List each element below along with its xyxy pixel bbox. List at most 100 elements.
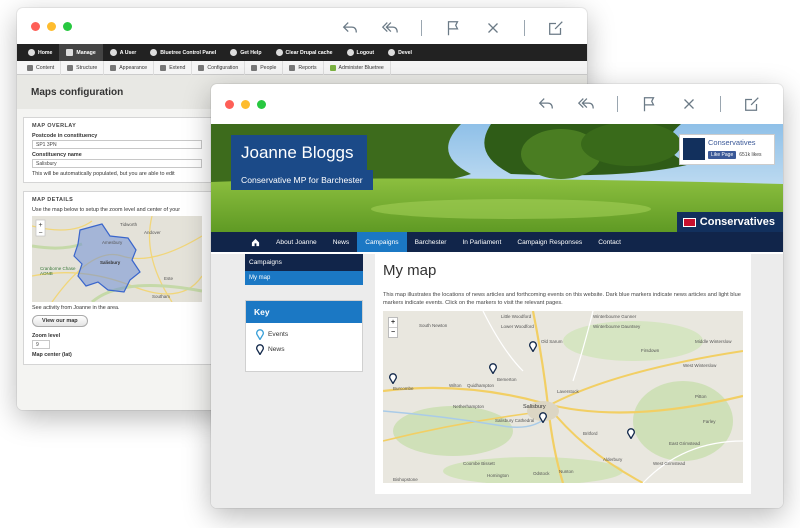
view-map-button[interactable]: View our map <box>32 315 88 327</box>
menu-icon <box>66 49 74 56</box>
minimize-dot[interactable] <box>241 99 250 109</box>
subtoolbar-appearance[interactable]: Appearance <box>104 60 155 75</box>
toolbar-cache[interactable]: Clear Drupal cache <box>269 44 340 61</box>
subtoolbar-bluetree[interactable]: Administer Bluetree <box>324 60 391 75</box>
subtoolbar-label: Structure <box>76 64 98 71</box>
map-label: Salisbury <box>523 404 546 410</box>
nav-parliament[interactable]: In Parliament <box>454 232 509 252</box>
reply-all-icon[interactable] <box>381 19 399 37</box>
flag-icon[interactable] <box>640 95 658 113</box>
maximize-dot[interactable] <box>257 99 266 109</box>
nav-news[interactable]: News <box>325 232 358 252</box>
toolbar-user[interactable]: A User <box>103 44 144 61</box>
subtoolbar-label: Reports <box>298 64 317 71</box>
home-icon <box>251 238 260 246</box>
nav-about[interactable]: About Joanne <box>268 232 325 252</box>
union-flag-icon <box>682 217 696 227</box>
zoom-out-button[interactable]: − <box>389 327 397 337</box>
map-label: Cranborne Chase AONB <box>40 266 76 276</box>
maximize-dot[interactable] <box>63 21 72 31</box>
like-page-button[interactable]: Like Page <box>708 151 737 159</box>
map-label: Wilton <box>449 383 462 388</box>
subtoolbar-structure[interactable]: Structure <box>61 60 105 75</box>
map-label: Andover <box>144 230 161 235</box>
map-label: Este <box>164 276 174 281</box>
map-label: Laverstock <box>557 389 579 394</box>
admin-subtoolbar: Content Structure Appearance Extend Conf… <box>17 60 587 75</box>
subtoolbar-content[interactable]: Content <box>21 60 62 75</box>
hero-banner: Joanne Bloggs Conservative MP for Barche… <box>211 124 783 232</box>
subtoolbar-reports[interactable]: Reports <box>283 60 324 75</box>
nav-barchester[interactable]: Barchester <box>407 232 455 252</box>
subtoolbar-extend[interactable]: Extend <box>154 60 193 75</box>
map-label: Homington <box>487 473 509 478</box>
nav-contact[interactable]: Contact <box>590 232 629 252</box>
news-marker[interactable] <box>539 412 547 423</box>
toolbar-label: Get Help <box>240 49 262 56</box>
nav-home[interactable] <box>243 232 268 252</box>
flag-icon[interactable] <box>444 19 462 37</box>
close-dot[interactable] <box>31 21 40 31</box>
people-icon <box>251 64 258 71</box>
page-heading: My map <box>383 262 437 279</box>
constituency-map[interactable]: + − Tidworth Andover Amesbury Salisbury … <box>32 216 202 302</box>
postcode-field[interactable]: SP1 3PN <box>32 140 202 149</box>
key-row-news: News <box>246 342 362 357</box>
key-label: News <box>268 346 285 353</box>
zoom-field[interactable]: 9 <box>32 340 50 349</box>
campaign-map[interactable]: + − South Newton Little Woodford Lower W… <box>383 311 743 483</box>
news-marker-icon <box>256 344 264 355</box>
reply-all-icon[interactable] <box>577 95 595 113</box>
nav-campaign-responses[interactable]: Campaign Responses <box>509 232 590 252</box>
news-marker[interactable] <box>489 363 497 374</box>
compose-icon[interactable] <box>743 95 761 113</box>
map-key: Key Events News <box>245 300 363 372</box>
nav-campaigns[interactable]: Campaigns <box>357 232 407 252</box>
wrench-icon <box>198 64 205 71</box>
map-label: Burcombe <box>393 386 414 391</box>
toolbar-label: Logout <box>356 49 375 56</box>
toolbar-help[interactable]: Get Help <box>223 44 268 61</box>
main-content: My map This map illustrates the location… <box>375 254 751 494</box>
close-dot[interactable] <box>225 99 234 109</box>
chart-icon <box>289 64 296 71</box>
map-label: Little Woodford <box>501 314 532 319</box>
map-label: Amesbury <box>102 240 123 245</box>
key-title: Key <box>246 301 362 323</box>
news-marker[interactable] <box>529 341 537 352</box>
news-marker[interactable] <box>389 373 397 384</box>
sidebar-heading[interactable]: Campaigns <box>245 254 363 271</box>
subtoolbar-people[interactable]: People <box>245 60 284 75</box>
toolbar-bluetree[interactable]: Bluetree Control Panel <box>143 44 223 61</box>
refresh-icon <box>275 49 283 56</box>
logo-text: Conservatives <box>699 216 775 228</box>
subtoolbar-label: People <box>260 64 277 71</box>
titlebar-actions <box>341 8 565 48</box>
map-label: Alderbury <box>603 457 623 462</box>
minimize-dot[interactable] <box>47 21 56 31</box>
reply-icon[interactable] <box>537 95 555 113</box>
mp-subtitle: Conservative MP for Barchester <box>231 170 373 190</box>
reply-icon[interactable] <box>341 19 359 37</box>
facebook-widget[interactable]: Conservatives Like Page 651k likes <box>679 134 775 165</box>
subtoolbar-configuration[interactable]: Configuration <box>192 60 246 75</box>
map-label: Netherhampton <box>453 404 485 409</box>
page-icon <box>27 64 33 71</box>
sidebar-item-my-map[interactable]: My map <box>245 271 363 285</box>
map-label: Farley <box>703 419 716 424</box>
close-icon[interactable] <box>680 95 698 113</box>
toolbar-home[interactable]: Home <box>21 44 59 61</box>
close-icon[interactable] <box>484 19 502 37</box>
gear-icon <box>388 49 396 56</box>
subtoolbar-label: Configuration <box>207 64 239 71</box>
compose-icon[interactable] <box>547 19 565 37</box>
map-canvas <box>383 311 743 483</box>
zoom-in-button[interactable]: + <box>389 318 397 327</box>
constituency-field[interactable]: Salisbury <box>32 159 202 168</box>
toolbar-manage[interactable]: Manage <box>59 44 103 61</box>
help-icon <box>230 49 238 56</box>
facebook-page-name[interactable]: Conservatives <box>708 138 756 147</box>
news-marker[interactable] <box>627 428 635 439</box>
subtoolbar-label: Content <box>36 64 55 71</box>
sidebar-menu: Campaigns My map <box>245 254 363 285</box>
